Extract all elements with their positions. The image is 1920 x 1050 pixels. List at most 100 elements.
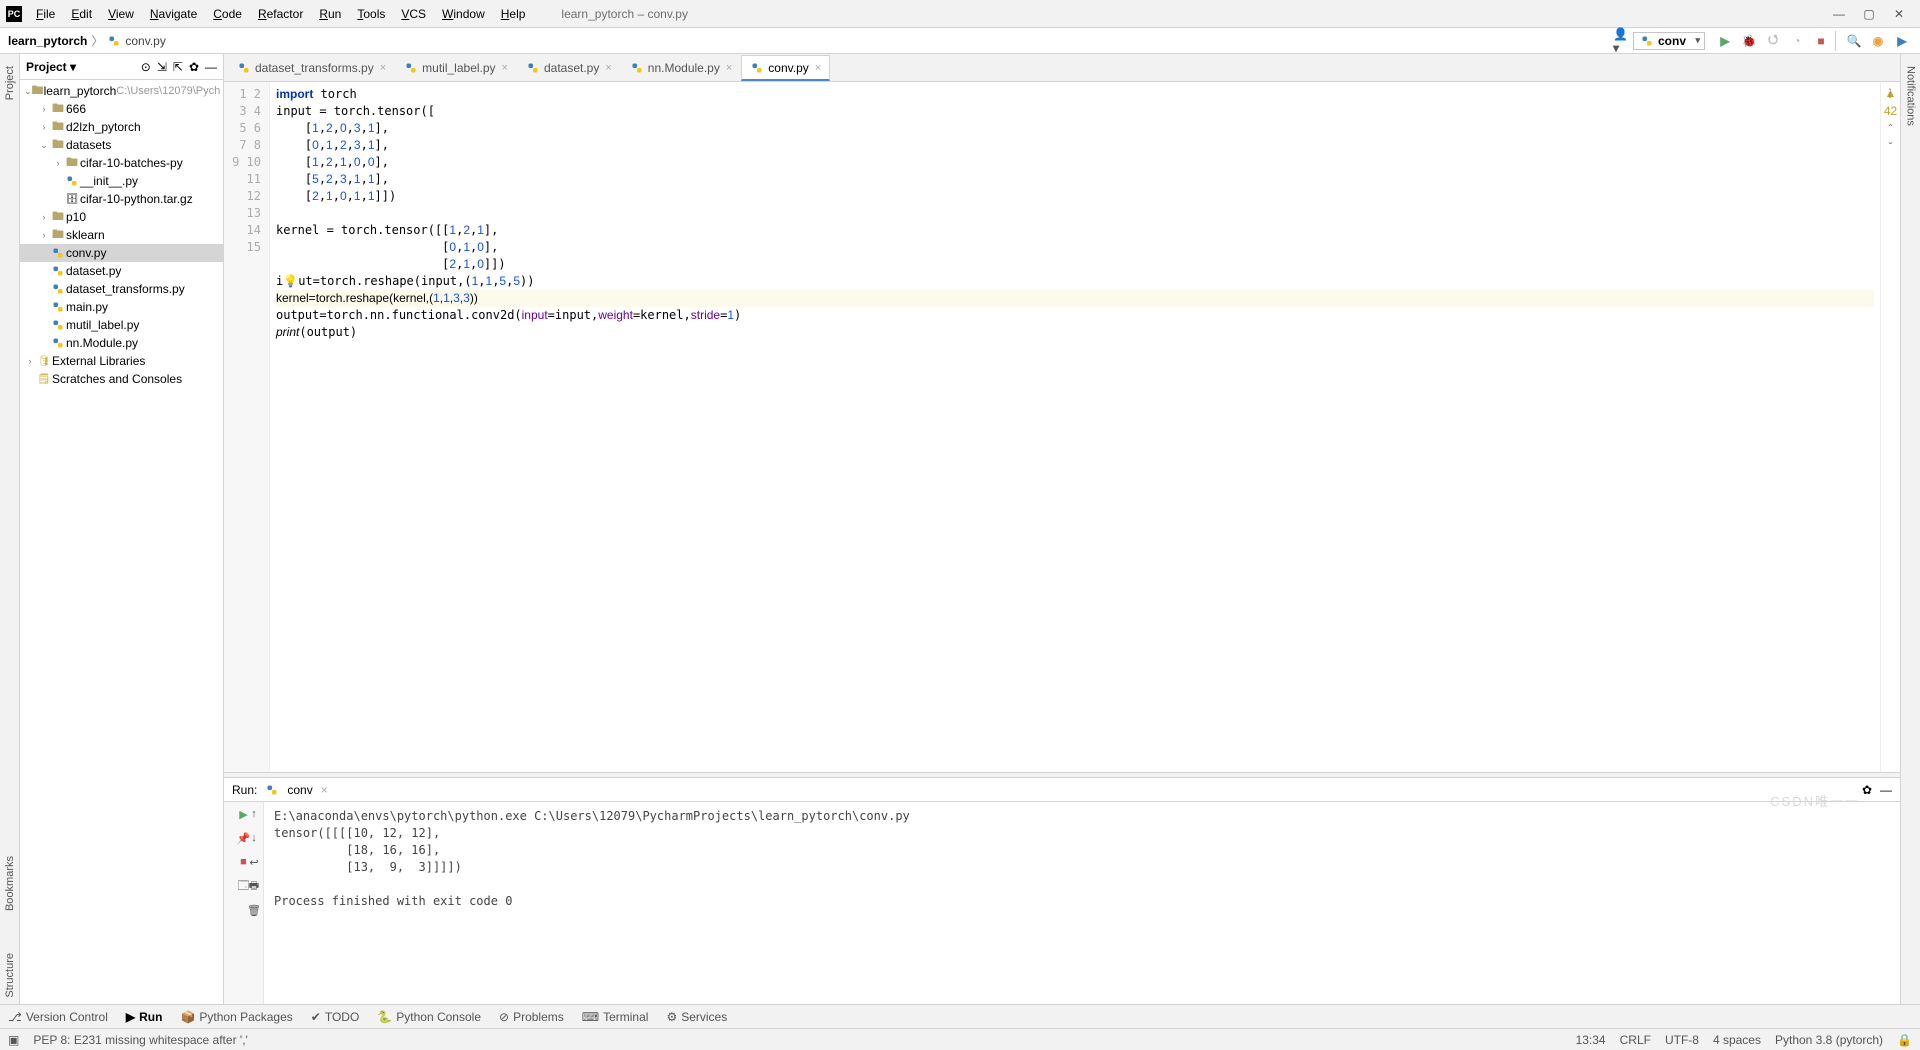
menu-vcs[interactable]: VCS (395, 5, 432, 23)
tree-item-dataset-transforms-py[interactable]: dataset_transforms.py (20, 280, 223, 298)
bottom-tab-services[interactable]: ⚙Services (666, 1010, 727, 1024)
close-button[interactable]: ✕ (1890, 7, 1908, 21)
menu-view[interactable]: View (102, 5, 140, 23)
code-editor[interactable]: import torch input = torch.tensor([ [1,2… (270, 82, 1880, 772)
notifications-toolwindow-tab[interactable]: Notifications (1903, 60, 1919, 132)
bottom-tab-todo[interactable]: ✔TODO (311, 1010, 360, 1024)
tree-item-sklearn[interactable]: ›🖿sklearn (20, 226, 223, 244)
menu-edit[interactable]: Edit (65, 5, 98, 23)
tree-item-nn-module-py[interactable]: nn.Module.py (20, 334, 223, 352)
tree-item-cifar-10-batches-py[interactable]: ›🖿cifar-10-batches-py (20, 154, 223, 172)
menu-navigate[interactable]: Navigate (144, 5, 203, 23)
editor-tab-dataset_transforms-py[interactable]: dataset_transforms.py× (228, 55, 395, 81)
bottom-tab-python-packages[interactable]: 📦Python Packages (180, 1010, 292, 1024)
run-icon: ▶ (126, 1010, 135, 1024)
menu-refactor[interactable]: Refactor (252, 5, 309, 23)
ide-updates-button[interactable]: ◉ (1868, 31, 1888, 51)
menu-code[interactable]: Code (207, 5, 248, 23)
run-config-combo[interactable]: conv (1633, 32, 1705, 50)
bookmarks-toolwindow-tab[interactable]: Bookmarks (2, 850, 18, 917)
close-run-tab-icon[interactable]: × (321, 783, 328, 797)
caret-position[interactable]: 13:34 (1576, 1033, 1606, 1047)
tree-item-mutil-label-py[interactable]: mutil_label.py (20, 316, 223, 334)
close-tab-icon[interactable]: × (502, 62, 508, 74)
run-toolbar: ▶ 📌 ■ 🗔 ↑ ↓ ↩ 🖶 🗑 (224, 802, 264, 1004)
stop-button[interactable]: ■ (1811, 31, 1831, 51)
profile-button[interactable]: ◔ (1787, 31, 1807, 51)
menu-file[interactable]: File (30, 5, 61, 23)
bottom-tab-terminal[interactable]: ⌨Terminal (582, 1010, 649, 1024)
breadcrumb-file[interactable]: conv.py (107, 34, 165, 48)
run-body: ▶ 📌 ■ 🗔 ↑ ↓ ↩ 🖶 🗑 E:\anaconda\envs\pytor… (224, 802, 1900, 1004)
menu-window[interactable]: Window (436, 5, 491, 23)
close-tab-icon[interactable]: × (605, 62, 611, 74)
menu-help[interactable]: Help (495, 5, 532, 23)
tree-item-d2lzh-pytorch[interactable]: ›🖿d2lzh_pytorch (20, 118, 223, 136)
select-opened-file-icon[interactable]: ⊙ (141, 60, 151, 74)
indent-settings[interactable]: 4 spaces (1713, 1033, 1761, 1047)
editor-tab-mutil_label-py[interactable]: mutil_label.py× (395, 55, 517, 81)
run-with-coverage-button[interactable]: ⭯ (1763, 31, 1783, 51)
settings-icon[interactable]: ✿ (189, 60, 199, 74)
tree-item-dataset-py[interactable]: dataset.py (20, 262, 223, 280)
project-panel-header: Project ▾ ⊙ ⇲ ⇱ ✿ — (20, 54, 223, 80)
tree-item-scratches-and-consoles[interactable]: 🗒Scratches and Consoles (20, 370, 223, 388)
scroll-to-start-icon[interactable]: ↓ (246, 830, 262, 846)
debug-button[interactable]: 🐞 (1739, 31, 1759, 51)
expand-up-icon[interactable]: ˆ (1889, 122, 1893, 136)
readonly-lock-icon[interactable]: 🔒 (1897, 1033, 1912, 1047)
project-toolwindow-tab[interactable]: Project (2, 60, 18, 106)
python-interpreter[interactable]: Python 3.8 (pytorch) (1775, 1033, 1883, 1047)
structure-toolwindow-tab[interactable]: Structure (2, 947, 18, 1004)
tree-item-conv-py[interactable]: conv.py (20, 244, 223, 262)
project-tree[interactable]: ⌄🖿learn_pytorch C:\Users\12079\Pych›🖿666… (20, 80, 223, 1004)
expand-down-icon[interactable]: ˇ (1889, 140, 1893, 154)
soft-wrap-icon[interactable]: ↩ (246, 854, 262, 870)
breadcrumb-project[interactable]: learn_pytorch (8, 34, 87, 48)
clear-all-icon[interactable]: 🗑 (246, 902, 262, 918)
collapse-all-icon[interactable]: ⇱ (173, 60, 183, 74)
console-output[interactable]: E:\anaconda\envs\pytorch\python.exe C:\U… (264, 802, 1900, 1004)
run-settings-icon[interactable]: ✿ (1862, 783, 1872, 797)
tree-item-learn-pytorch[interactable]: ⌄🖿learn_pytorch C:\Users\12079\Pych (20, 82, 223, 100)
editor-tab-conv-py[interactable]: conv.py× (741, 55, 830, 81)
close-tab-icon[interactable]: × (815, 62, 821, 74)
editor-tab-nn-Module-py[interactable]: nn.Module.py× (621, 55, 741, 81)
tree-item-external-libraries[interactable]: ›🛢External Libraries (20, 352, 223, 370)
tree-item-666[interactable]: ›🖿666 (20, 100, 223, 118)
tool-windows-icon[interactable]: ▣ (8, 1033, 19, 1047)
tree-item-cifar-10-python-tar-gz[interactable]: 🗄cifar-10-python.tar.gz (20, 190, 223, 208)
line-separator[interactable]: CRLF (1620, 1033, 1651, 1047)
run-button[interactable]: ▶ (1715, 31, 1735, 51)
user-icon[interactable]: 👤▾ (1613, 31, 1633, 51)
tree-item-datasets[interactable]: ⌄🖿datasets (20, 136, 223, 154)
line-number-gutter[interactable]: 1 2 3 4 5 6 7 8 9 10 11 12 13 14 15 (224, 82, 270, 772)
minimize-button[interactable]: — (1830, 7, 1848, 21)
search-everywhere-button[interactable]: 🔍 (1844, 31, 1864, 51)
editor-more-icon[interactable]: ⋮ (1884, 86, 1896, 100)
menu-run[interactable]: Run (313, 5, 347, 23)
bottom-tab-problems[interactable]: ⊘Problems (499, 1010, 564, 1024)
bottom-tab-run[interactable]: ▶Run (126, 1010, 163, 1024)
expand-all-icon[interactable]: ⇲ (157, 60, 167, 74)
settings-sync-button[interactable]: ▶ (1892, 31, 1912, 51)
tree-item-main-py[interactable]: main.py (20, 298, 223, 316)
problems-icon: ⊘ (499, 1010, 509, 1024)
scroll-to-end-icon[interactable]: ↑ (246, 806, 262, 822)
tree-item--init-py[interactable]: __init__.py (20, 172, 223, 190)
menu-tools[interactable]: Tools (351, 5, 391, 23)
close-tab-icon[interactable]: × (726, 62, 732, 74)
hide-run-panel-icon[interactable]: — (1880, 783, 1892, 797)
run-panel-header: Run: conv × ✿ — (224, 778, 1900, 802)
editor-tab-dataset-py[interactable]: dataset.py× (517, 55, 621, 81)
window-title: learn_pytorch – conv.py (531, 7, 1830, 21)
print-icon[interactable]: 🖶 (246, 878, 262, 894)
bottom-tab-python-console[interactable]: 🐍Python Console (377, 1010, 481, 1024)
file-encoding[interactable]: UTF-8 (1665, 1033, 1699, 1047)
bottom-tab-version-control[interactable]: ⎇Version Control (8, 1010, 108, 1024)
maximize-button[interactable]: ▢ (1860, 7, 1878, 21)
close-tab-icon[interactable]: × (380, 62, 386, 74)
project-view-combo[interactable]: Project ▾ (26, 60, 76, 74)
tree-item-p10[interactable]: ›🖿p10 (20, 208, 223, 226)
hide-icon[interactable]: — (205, 60, 217, 74)
